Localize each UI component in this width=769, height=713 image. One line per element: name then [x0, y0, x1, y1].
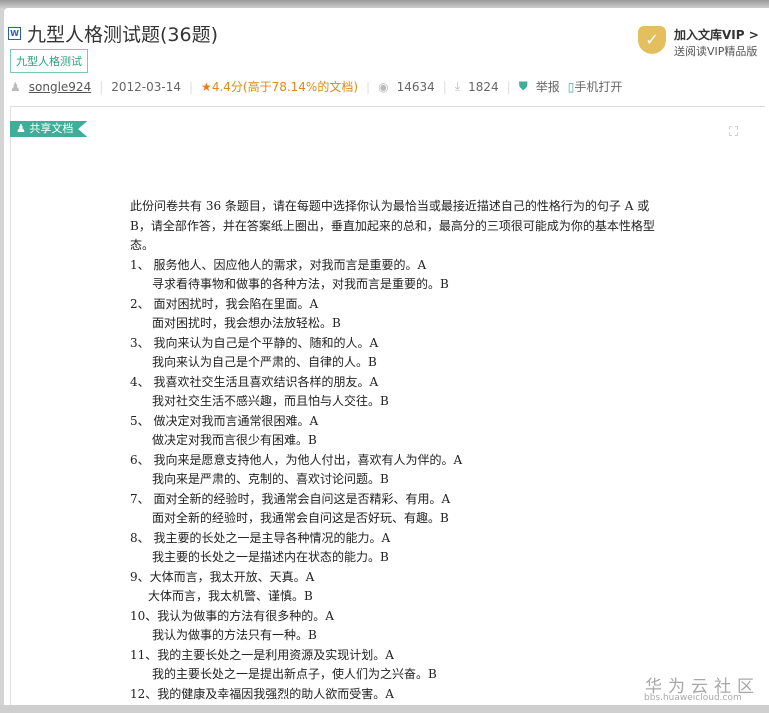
divider: | [189, 79, 194, 94]
watermark-url: bbs.huaweicloud.com [644, 693, 742, 703]
shield-icon: ⛊ [518, 79, 528, 93]
phone-icon: ▯ [567, 79, 575, 94]
question-option-b: 我向来是严肃的、克制的、喜欢讨论问题。B [152, 472, 389, 486]
question-option-a: 11、我的主要长处之一是利用资源及实现计划。A [130, 647, 394, 662]
share-badge: ♟ 共享文档 [10, 121, 88, 137]
user-icon: ♟ [10, 79, 21, 94]
question-option-b: 做决定对我而言很少有困难。B [152, 433, 317, 447]
question-option-b: 我认为做事的方法只有一种。B [152, 628, 317, 642]
vip-title[interactable]: 加入文库VIP > [674, 26, 759, 43]
question-option-a: 5、 做决定对我而言通常很困难。A [130, 413, 319, 428]
question-option-a: 6、 我向来是愿意支持他人，为他人付出，喜欢有人为伴的。A [130, 452, 463, 467]
question-option-a: 3、 我向来认为自己是个平静的、随和的人。A [130, 335, 379, 350]
bottom-strip [0, 705, 769, 713]
title-text: 九型人格测试题(36题) [27, 24, 219, 46]
header-divider [10, 106, 765, 107]
question-option-b: 我对社交生活不感兴趣，而且怕与人交往。B [152, 394, 389, 408]
fullscreen-icon[interactable]: ⛶ [729, 125, 738, 140]
divider: | [366, 79, 371, 94]
question-option-b: 我向来认为自己是个严肃的、自律的人。B [152, 355, 377, 369]
question-option-b: 面对全新的经验时，我通常会自问这是否好玩、有趣。B [152, 511, 449, 525]
divider: | [506, 79, 511, 94]
divider: | [442, 79, 447, 94]
question-option-b: 我主要的长处之一是描述内在状态的能力。B [152, 550, 389, 564]
question-option-a: 4、 我喜欢社交生活且喜欢结识各样的朋友。A [130, 374, 379, 389]
question-option-b: 寻求看待事物和做事的各种方法，对我而言是重要的。B [152, 277, 449, 291]
vip-promo[interactable]: ✓ 加入文库VIP > 送阅读VIP精品版 [638, 26, 759, 59]
download-icon: ⤓ [454, 79, 461, 93]
download-count: 1824 [468, 79, 499, 94]
mobile-open-link[interactable]: 手机打开 [574, 78, 622, 95]
document-content: 此份问卷共有 36 条题目，请在每题中选择你认为最恰当或最接近描述自己的性格行为… [130, 197, 660, 704]
report-link[interactable]: 举报 [536, 78, 560, 95]
page-left-border [10, 106, 11, 705]
question-option-a: 9、大体而言，我太开放、天真。A [130, 569, 315, 584]
question-option-b: 面对困扰时，我会想办法放轻松。B [152, 316, 341, 330]
author-link[interactable]: songle924 [29, 80, 91, 94]
document-title: W 九型人格测试题(36题) [8, 20, 218, 47]
meta-bar: ♟ songle924 | 2012-03-14 | ★ 4.4分(高于78.14… [10, 78, 622, 95]
question-option-a: 8、 我主要的长处之一是主导各种情况的能力。A [130, 530, 391, 545]
view-count: 14634 [396, 79, 435, 94]
rating: 4.4分(高于78.14%的文档) [211, 80, 359, 94]
divider: | [99, 79, 104, 94]
question-option-a: 7、 面对全新的经验时，我通常会自问这是否精彩、有用。A [130, 491, 451, 506]
question-option-a: 2、 面对困扰时，我会陷在里面。A [130, 296, 319, 311]
upload-date: 2012-03-14 [111, 79, 181, 94]
question-option-a: 10、我认为做事的方法有很多种的。A [130, 608, 334, 623]
question-option-b: 我的主要长处之一是提出新点子，使人们为之兴奋。B [152, 667, 437, 681]
intro-paragraph: 此份问卷共有 36 条题目，请在每题中选择你认为最恰当或最接近描述自己的性格行为… [130, 199, 655, 252]
eye-icon: ◉ [378, 79, 389, 94]
question-option-a: 12、我的健康及幸福因我强烈的助人欲而受害。A [130, 686, 394, 701]
word-file-icon: W [8, 27, 21, 40]
question-option-b: 大体而言，我太机警、谨慎。B [148, 589, 313, 603]
star-icon: ★ [201, 79, 212, 94]
diamond-icon: ✓ [638, 26, 666, 54]
question-option-a: 1、 服务他人、因应他人的需求，对我而言是重要的。A [130, 257, 427, 272]
share-label: 共享文档 [29, 122, 74, 135]
tag-link[interactable]: 九型人格测试 [10, 49, 88, 73]
vip-subtitle: 送阅读VIP精品版 [674, 45, 758, 58]
